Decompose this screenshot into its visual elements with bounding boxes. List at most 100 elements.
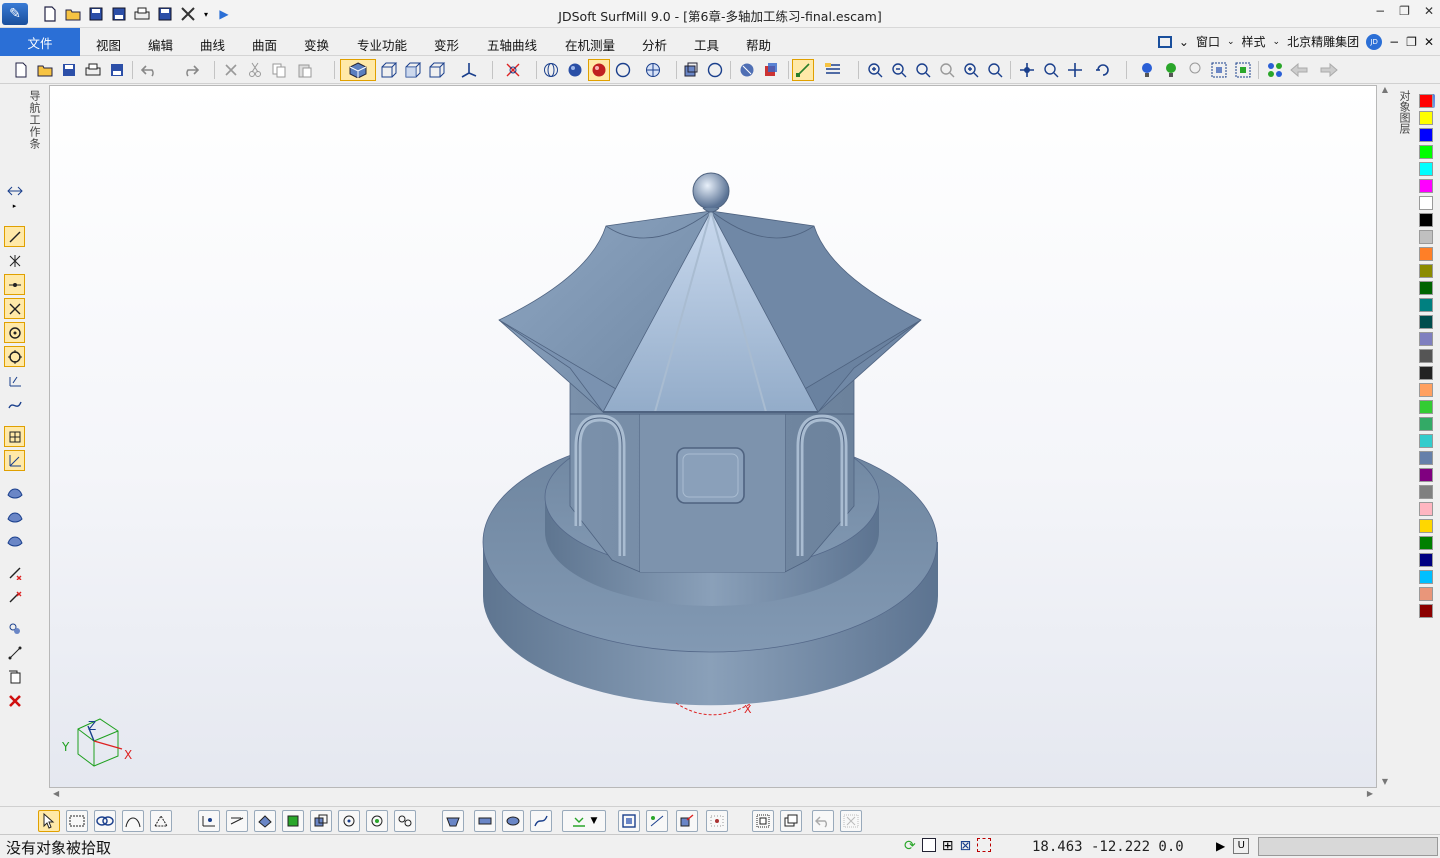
menu-five-axis-curve[interactable]: 五轴曲线 <box>487 35 537 54</box>
palette-swatch[interactable] <box>1419 468 1433 482</box>
circle-points-tool-icon[interactable] <box>4 346 25 367</box>
sheet-icon[interactable] <box>921 838 936 852</box>
palette-swatch[interactable] <box>1419 451 1433 465</box>
minimize-button[interactable]: − <box>1375 4 1385 18</box>
palette-swatch[interactable] <box>1419 230 1433 244</box>
palette-swatch[interactable] <box>1419 502 1433 516</box>
layer-stack-icon[interactable] <box>680 59 702 81</box>
palette-swatch[interactable] <box>1419 349 1433 363</box>
menu-surface[interactable]: 曲面 <box>252 35 277 54</box>
surface-tool-3-icon[interactable] <box>4 530 25 551</box>
view-top-icon[interactable] <box>402 59 424 81</box>
outline-sphere-icon[interactable] <box>612 59 634 81</box>
frame-select-icon[interactable] <box>1208 59 1230 81</box>
doc-restore-button[interactable]: ❐ <box>1406 35 1417 49</box>
menu-measure[interactable]: 在机测量 <box>565 35 615 54</box>
grid-toggle-icon[interactable]: ⊞ <box>942 838 954 854</box>
wireframe-sphere-icon[interactable] <box>540 59 562 81</box>
zoom-prev-icon[interactable] <box>936 59 958 81</box>
undo-icon[interactable] <box>140 59 162 81</box>
box-select-icon[interactable] <box>66 810 88 832</box>
pick-cursor-icon[interactable] <box>38 810 60 832</box>
save-icon[interactable] <box>58 59 80 81</box>
open-icon[interactable] <box>34 59 56 81</box>
shaded-view-icon[interactable] <box>340 59 376 81</box>
object-layer-label[interactable]: 对象图层 <box>1398 90 1412 134</box>
move-view-icon[interactable] <box>1064 59 1086 81</box>
menu-view[interactable]: 视图 <box>96 35 121 54</box>
palette-swatch[interactable] <box>1419 604 1433 618</box>
horizontal-scrollbar[interactable]: ◀ ▶ <box>49 788 1377 802</box>
save-copy-icon[interactable] <box>106 59 128 81</box>
delete-trim-icon[interactable] <box>4 586 25 607</box>
delete-object-icon[interactable] <box>4 690 25 711</box>
light-blue-icon[interactable] <box>1136 59 1158 81</box>
solid-box-icon[interactable] <box>310 810 332 832</box>
view-axis-icon[interactable] <box>454 59 484 81</box>
palette-swatch[interactable] <box>1419 128 1433 142</box>
layers-icon[interactable] <box>780 810 802 832</box>
palette-swatch[interactable] <box>1419 332 1433 346</box>
palette-swatch[interactable] <box>1419 553 1433 567</box>
menu-deform[interactable]: 变形 <box>434 35 459 54</box>
palette-swatch[interactable] <box>1419 417 1433 431</box>
palette-swatch[interactable] <box>1419 434 1433 448</box>
doc-minimize-button[interactable]: − <box>1389 35 1399 49</box>
tool-1-icon[interactable] <box>442 810 464 832</box>
forward-arrow-icon[interactable] <box>1314 59 1344 81</box>
scroll-up-icon[interactable]: ▲ <box>1378 85 1392 94</box>
tool-4-icon[interactable] <box>530 810 552 832</box>
doc-close-button[interactable]: ✕ <box>1424 35 1434 49</box>
snap-surface-icon[interactable] <box>254 810 276 832</box>
company-label[interactable]: 北京精雕集团 <box>1287 33 1359 50</box>
dot-grid-icon[interactable] <box>752 810 774 832</box>
navigation-bar-label[interactable]: 导航工作条 <box>28 90 42 150</box>
play-icon[interactable]: ▶ <box>1216 839 1225 853</box>
menu-help[interactable]: 帮助 <box>746 35 771 54</box>
snap-mode-dropdown[interactable]: ▼ <box>562 810 606 832</box>
menu-special[interactable]: 专业功能 <box>357 35 407 54</box>
palette-swatch[interactable] <box>1419 570 1433 584</box>
back-arrow-icon[interactable] <box>1288 59 1310 81</box>
circle-center-tool-icon[interactable] <box>4 322 25 343</box>
palette-swatch[interactable] <box>1419 213 1433 227</box>
select-filter-icon[interactable] <box>498 59 528 81</box>
tool-3-icon[interactable] <box>502 810 524 832</box>
property-list-icon[interactable] <box>816 59 850 81</box>
snap-icon[interactable] <box>792 59 814 81</box>
axis-snap-icon[interactable] <box>4 450 25 471</box>
render-sphere-icon[interactable] <box>588 59 610 81</box>
expand-arrow-icon[interactable]: ▸ <box>4 200 25 212</box>
corner-icon[interactable] <box>977 838 992 852</box>
chain-select-icon[interactable] <box>94 810 116 832</box>
box-toggle-icon[interactable]: ⊠ <box>959 838 971 854</box>
display-mode-icon[interactable] <box>638 59 668 81</box>
zoom-out-icon[interactable] <box>888 59 910 81</box>
redo-icon[interactable] <box>178 59 200 81</box>
curve-select-icon[interactable] <box>122 810 144 832</box>
menu-tools[interactable]: 工具 <box>694 35 719 54</box>
grid-snap-icon[interactable] <box>4 426 25 447</box>
rotate-view-icon[interactable] <box>1088 59 1118 81</box>
fullscreen-icon[interactable] <box>1157 35 1172 48</box>
chevron-down-icon[interactable]: ⌄ <box>1179 35 1189 49</box>
mode-u-button[interactable]: U <box>1233 838 1250 854</box>
zoom-fit-icon[interactable] <box>984 59 1006 81</box>
zoom-window-icon[interactable] <box>912 59 934 81</box>
palette-swatch[interactable] <box>1419 162 1433 176</box>
snap-point-icon[interactable] <box>198 810 220 832</box>
move-handle-icon[interactable] <box>4 180 25 201</box>
palette-swatch[interactable] <box>1419 281 1433 295</box>
print-icon[interactable] <box>82 59 104 81</box>
refresh-icon[interactable]: ⟳ <box>904 838 916 854</box>
cut-icon[interactable] <box>244 59 266 81</box>
render-color-icon[interactable] <box>736 59 758 81</box>
layout-icon[interactable] <box>1264 59 1286 81</box>
surface-tool-2-icon[interactable] <box>4 506 25 527</box>
menu-curve[interactable]: 曲线 <box>200 35 225 54</box>
palette-swatch[interactable] <box>1419 111 1433 125</box>
palette-swatch[interactable] <box>1419 519 1433 533</box>
zoom-dynamic-icon[interactable] <box>1040 59 1062 81</box>
transform-icon[interactable] <box>676 810 698 832</box>
point-line-tool-icon[interactable] <box>4 274 25 295</box>
